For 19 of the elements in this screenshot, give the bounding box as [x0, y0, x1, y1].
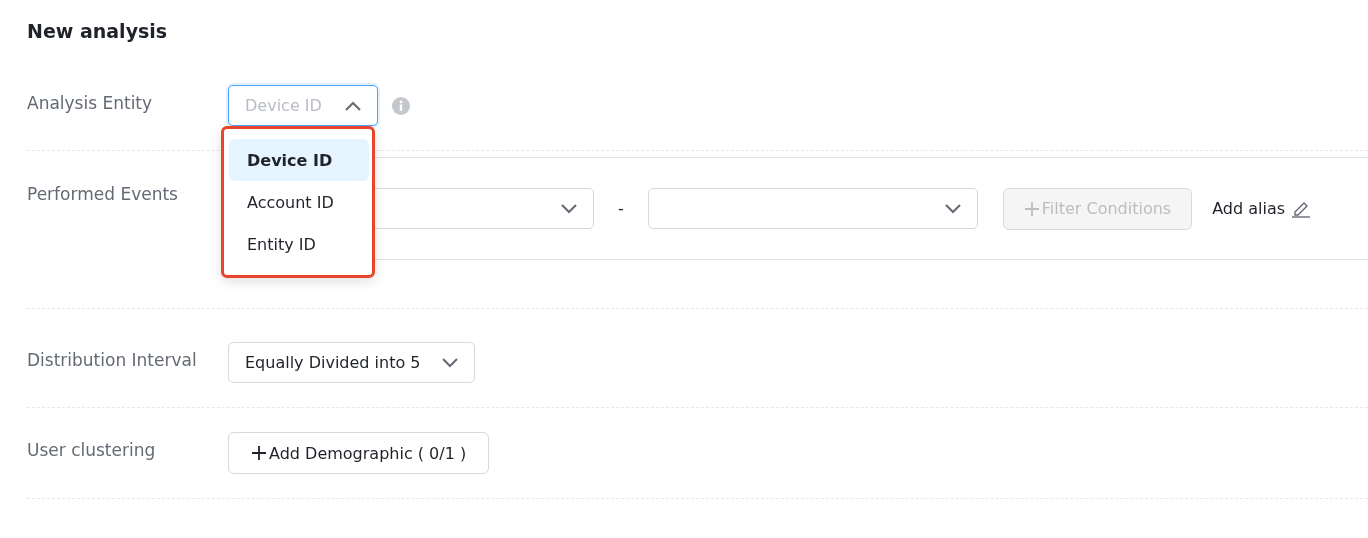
plus-icon: [251, 445, 267, 461]
separator-text: -: [618, 199, 624, 218]
field-label: User clustering: [27, 439, 157, 462]
interval-select[interactable]: Equally Divided into 5: [228, 342, 475, 383]
chevron-down-icon: [944, 203, 961, 214]
add-alias-link[interactable]: Add alias: [1212, 199, 1312, 218]
field-label: Distribution Interval: [27, 349, 198, 372]
page-title: New analysis: [27, 20, 169, 42]
field-label: Performed Events: [27, 183, 179, 206]
chevron-down-icon: [561, 203, 577, 214]
chevron-down-icon: [442, 357, 458, 368]
info-icon[interactable]: [392, 97, 410, 115]
chevron-up-icon: [345, 100, 361, 111]
dropdown-option[interactable]: Device ID: [229, 139, 369, 181]
field-label: Analysis Entity: [27, 92, 154, 115]
plus-icon: [1023, 200, 1040, 217]
dropdown-option[interactable]: Account ID: [229, 181, 369, 223]
dropdown-option[interactable]: Entity ID: [229, 223, 369, 265]
add-demographic-button[interactable]: Add Demographic ( 0/1 ): [228, 432, 490, 474]
